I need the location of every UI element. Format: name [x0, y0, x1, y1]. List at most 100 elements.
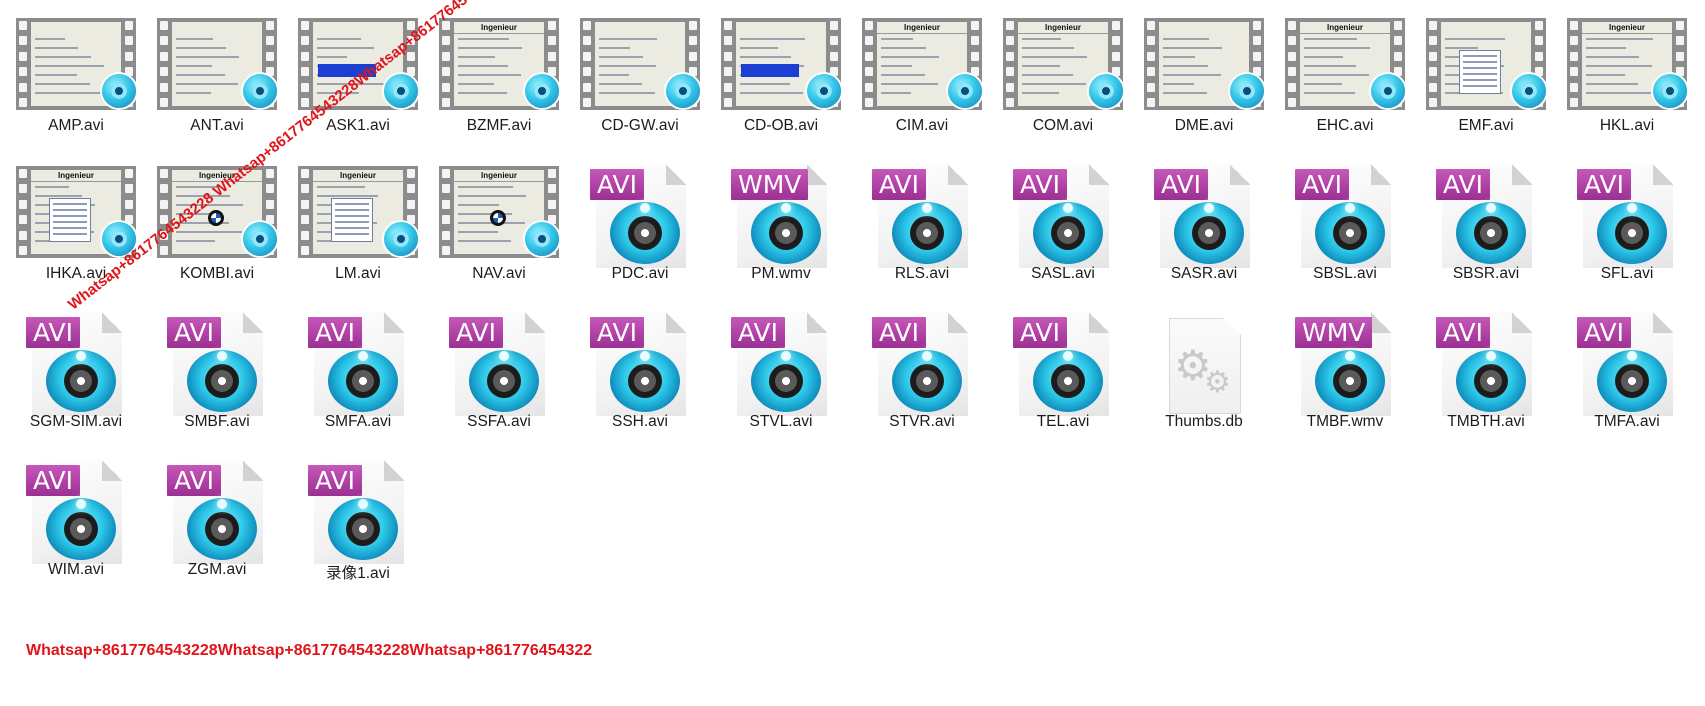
- file-item[interactable]: AVI SFL.avi: [1567, 156, 1687, 298]
- frame-line: [317, 56, 347, 58]
- file-item[interactable]: AVI SMBF.avi: [157, 304, 277, 446]
- file-thumbnail: AVI: [16, 312, 136, 416]
- file-item[interactable]: ANT.avi: [157, 8, 277, 150]
- frame-line: [176, 65, 212, 67]
- file-name-label: COM.avi: [1032, 117, 1094, 134]
- file-item[interactable]: AVI SSFA.avi: [439, 304, 559, 446]
- media-player-icon: [243, 74, 277, 108]
- file-item[interactable]: AVI SBSL.avi: [1285, 156, 1405, 298]
- file-item[interactable]: AVI WIM.avi: [16, 452, 136, 594]
- file-item[interactable]: AVI 录像1.avi: [298, 452, 418, 594]
- frame-line: [881, 92, 911, 94]
- frame-title: Ingenieur: [454, 170, 544, 182]
- file-thumbnail: [1426, 16, 1546, 120]
- frame-line: [176, 231, 242, 233]
- media-player-icon: [384, 74, 418, 108]
- file-item[interactable]: ⚙ ⚙ Thumbs.db: [1144, 304, 1264, 446]
- file-item[interactable]: CD-OB.avi: [721, 8, 841, 150]
- file-item[interactable]: AVI SSH.avi: [580, 304, 700, 446]
- film-perforation: [723, 21, 733, 107]
- file-item[interactable]: AVI TMFA.avi: [1567, 304, 1687, 446]
- frame-line: [881, 47, 926, 49]
- frame-line: [1163, 92, 1207, 94]
- frame-line: [881, 38, 913, 40]
- file-item[interactable]: Ingenieur COM.avi: [1003, 8, 1123, 150]
- file-item[interactable]: Ingenieur BZMF.avi: [439, 8, 559, 150]
- media-player-icon: [384, 222, 418, 256]
- frame-line: [317, 38, 361, 40]
- file-thumbnail: AVI: [1426, 164, 1546, 268]
- file-type-tag: AVI: [1436, 317, 1490, 348]
- film-reel-icon: [1315, 350, 1385, 412]
- file-item[interactable]: AVI TEL.avi: [1003, 304, 1123, 446]
- file-type-tag: AVI: [590, 317, 644, 348]
- media-player-icon: [1512, 74, 1546, 108]
- file-type-tag: AVI: [872, 317, 926, 348]
- file-thumbnail: AVI: [16, 460, 136, 564]
- frame-line: [599, 38, 657, 40]
- file-thumbnail: AVI: [1285, 164, 1405, 268]
- file-item[interactable]: Ingenieur EHC.avi: [1285, 8, 1405, 150]
- file-name-label: WIM.avi: [48, 561, 104, 578]
- frame-title: Ingenieur: [877, 22, 967, 34]
- file-item[interactable]: CD-GW.avi: [580, 8, 700, 150]
- file-item[interactable]: AVI RLS.avi: [862, 156, 982, 298]
- file-thumbnail: AVI: [157, 460, 277, 564]
- file-item[interactable]: Ingenieur CIM.avi: [862, 8, 982, 150]
- frame-line: [1022, 38, 1061, 40]
- file-name-label: KOMBI.avi: [179, 265, 255, 282]
- frame-line: [1022, 65, 1060, 67]
- video-file-icon: AVI: [308, 460, 404, 564]
- frame-line: [740, 38, 805, 40]
- dialog-preview: [331, 198, 373, 242]
- gear-icon: ⚙: [1204, 365, 1231, 400]
- frame-line: [176, 83, 238, 85]
- file-name-label: 录像1.avi: [326, 565, 390, 582]
- page-fold: [1089, 164, 1109, 185]
- media-player-icon: [525, 74, 559, 108]
- media-player-icon: [243, 222, 277, 256]
- file-item[interactable]: AVI TMBTH.avi: [1426, 304, 1546, 446]
- film-reel-icon: [1033, 202, 1103, 264]
- frame-line: [599, 47, 630, 49]
- file-item[interactable]: AVI SBSR.avi: [1426, 156, 1546, 298]
- file-thumbnail: Ingenieur: [1567, 16, 1687, 120]
- frame-line: [1163, 56, 1195, 58]
- frame-line: [599, 65, 656, 67]
- video-file-icon: AVI: [1013, 312, 1109, 416]
- file-item[interactable]: WMV TMBF.wmv: [1285, 304, 1405, 446]
- frame-line: [35, 92, 103, 94]
- file-item[interactable]: AMP.avi: [16, 8, 136, 150]
- frame-title: Ingenieur: [1300, 22, 1390, 34]
- frame-line: [317, 195, 378, 197]
- file-item[interactable]: EMF.avi: [1426, 8, 1546, 150]
- file-item[interactable]: AVI SMFA.avi: [298, 304, 418, 446]
- frame-line: [1022, 56, 1087, 58]
- file-item[interactable]: AVI SGM-SIM.avi: [16, 304, 136, 446]
- video-file-icon: AVI: [1295, 164, 1391, 268]
- file-name-label: AMP.avi: [48, 117, 104, 134]
- file-item[interactable]: AVI STVR.avi: [862, 304, 982, 446]
- file-name-label: STVL.avi: [749, 413, 813, 430]
- video-file-icon: WMV: [731, 164, 827, 268]
- frame-line: [458, 231, 498, 233]
- film-reel-icon: [610, 350, 680, 412]
- file-thumbnail: WMV: [1285, 312, 1405, 416]
- file-item[interactable]: DME.avi: [1144, 8, 1264, 150]
- file-item[interactable]: AVI SASR.avi: [1144, 156, 1264, 298]
- frame-line: [458, 92, 507, 94]
- file-name-label: SMBF.avi: [184, 413, 250, 430]
- file-name-label: BZMF.avi: [466, 117, 532, 134]
- file-item[interactable]: AVI ZGM.avi: [157, 452, 277, 594]
- file-item[interactable]: Ingenieur LM.avi: [298, 156, 418, 298]
- file-item[interactable]: WMV PM.wmv: [721, 156, 841, 298]
- file-item[interactable]: AVI STVL.avi: [721, 304, 841, 446]
- file-item[interactable]: AVI SASL.avi: [1003, 156, 1123, 298]
- file-item[interactable]: AVI PDC.avi: [580, 156, 700, 298]
- file-name-label: CD-OB.avi: [743, 117, 819, 134]
- settings-file-icon: ⚙ ⚙: [1169, 318, 1241, 414]
- film-reel-icon: [1456, 202, 1526, 264]
- file-item[interactable]: Ingenieur HKL.avi: [1567, 8, 1687, 150]
- file-item[interactable]: Ingenieur NAV.avi: [439, 156, 559, 298]
- film-reel-icon: [1174, 202, 1244, 264]
